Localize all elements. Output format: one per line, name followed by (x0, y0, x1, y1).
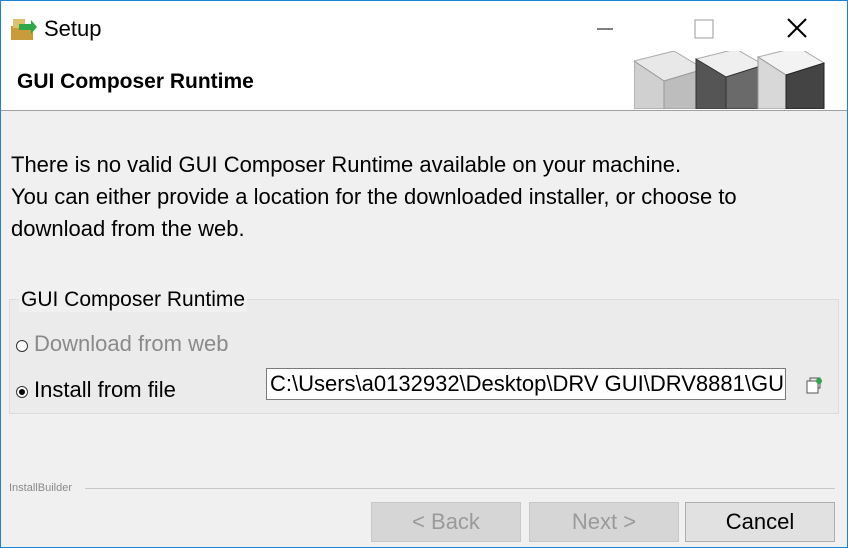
radio-unchecked-icon[interactable] (16, 340, 28, 352)
info-message-line: download from the web. (11, 216, 245, 241)
group-legend: GUI Composer Runtime (19, 288, 248, 312)
setup-window: Setup GUI Composer Runtime There is no v… (0, 0, 848, 548)
info-message-line: There is no valid GUI Composer Runtime a… (11, 152, 682, 177)
installer-app-icon (11, 19, 37, 40)
wizard-content: There is no valid GUI Composer Runtime a… (1, 111, 847, 491)
installbuilder-brand: InstallBuilder (9, 482, 72, 494)
browse-file-icon[interactable] (805, 376, 823, 394)
window-title: Setup (44, 16, 102, 41)
info-message: There is no valid GUI Composer Runtime a… (11, 149, 737, 245)
wizard-header: GUI Composer Runtime (1, 49, 847, 111)
maximize-icon[interactable] (681, 11, 727, 47)
installer-path-field[interactable]: C:\Users\a0132932\Desktop\DRV GUI\DRV888… (266, 368, 786, 400)
back-button[interactable]: < Back (371, 502, 521, 542)
info-message-line: You can either provide a location for th… (11, 184, 737, 209)
runtime-source-group: GUI Composer Runtime Download from web I… (9, 288, 839, 414)
close-icon[interactable] (773, 11, 819, 47)
radio-checked-icon[interactable] (16, 386, 28, 398)
footer-divider (85, 488, 835, 489)
radio-label-web: Download from web (34, 331, 229, 356)
radio-label-file: Install from file (34, 377, 176, 402)
next-button[interactable]: Next > (529, 502, 679, 542)
cancel-button[interactable]: Cancel (685, 502, 835, 542)
minimize-icon[interactable] (581, 11, 627, 47)
cube-logo-icon (634, 51, 826, 109)
page-title: GUI Composer Runtime (17, 70, 254, 93)
